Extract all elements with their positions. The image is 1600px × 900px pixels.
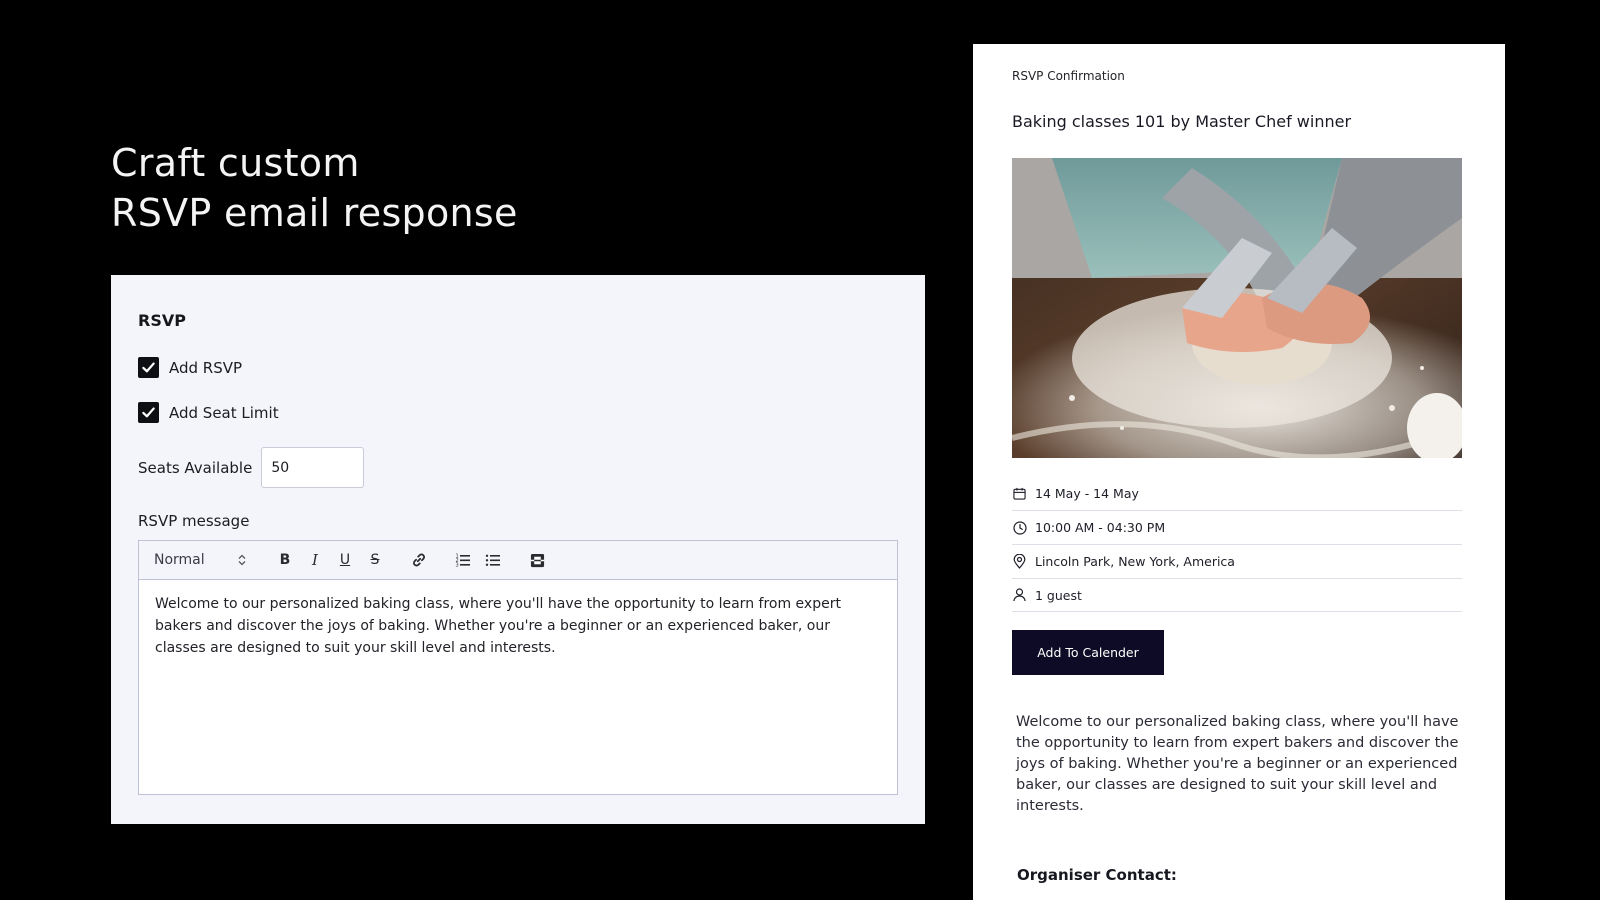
event-location-row: Lincoln Park, New York, America: [1012, 545, 1462, 579]
event-time-row: 10:00 AM - 04:30 PM: [1012, 511, 1462, 545]
headline-line-2: RSVP email response: [111, 191, 518, 235]
add-rsvp-option[interactable]: Add RSVP: [138, 357, 242, 378]
event-date-row: 14 May - 14 May: [1012, 477, 1462, 511]
bold-icon: B: [279, 552, 291, 568]
email-header: RSVP Confirmation: [1012, 69, 1125, 83]
event-details: 14 May - 14 May 10:00 AM - 04:30 PM Linc…: [1012, 477, 1462, 612]
rsvp-section-title: RSVP: [138, 311, 186, 330]
event-title: Baking classes 101 by Master Chef winner: [1012, 112, 1352, 131]
strikethrough-icon: S: [370, 552, 380, 568]
calendar-icon: [1012, 486, 1027, 501]
add-rsvp-checkbox[interactable]: [138, 357, 159, 378]
bold-button[interactable]: B: [270, 546, 300, 574]
text-format-select[interactable]: Normal: [154, 552, 246, 568]
seats-available-row: Seats Available: [138, 447, 365, 488]
organiser-contact-label: Organiser Contact:: [1017, 866, 1177, 884]
ordered-list-icon: 1 2 3: [456, 554, 470, 569]
checkmark-icon: [142, 407, 155, 418]
event-time: 10:00 AM - 04:30 PM: [1035, 520, 1166, 535]
sort-arrows-icon: [238, 554, 246, 566]
event-photo: [1012, 158, 1462, 458]
rsvp-message-label: RSVP message: [138, 512, 250, 530]
checkmark-icon: [142, 362, 155, 373]
location-pin-icon: [1012, 554, 1027, 569]
link-button[interactable]: [404, 546, 434, 574]
seats-available-label: Seats Available: [138, 458, 253, 477]
add-seat-limit-checkbox[interactable]: [138, 402, 159, 423]
preview-message: Welcome to our personalized baking class…: [1016, 714, 1459, 814]
event-date: 14 May - 14 May: [1035, 486, 1139, 501]
add-rsvp-label: Add RSVP: [169, 358, 243, 377]
user-icon: [1012, 588, 1027, 603]
bullet-list-icon: [485, 554, 500, 566]
rsvp-message-editor[interactable]: Welcome to our personalized baking class…: [139, 580, 897, 672]
link-icon: [413, 553, 425, 567]
underline-button[interactable]: U: [330, 546, 360, 574]
text-format-value: Normal: [154, 552, 205, 568]
event-guests: 1 guest: [1035, 587, 1082, 603]
video-icon: [530, 553, 544, 567]
svg-text:3: 3: [456, 563, 459, 569]
add-to-calendar-button[interactable]: Add To Calender: [1012, 630, 1164, 675]
rsvp-email-preview: RSVP Confirmation Baking classes 101 by …: [973, 44, 1505, 900]
ordered-list-button[interactable]: 1 2 3: [448, 546, 478, 574]
rsvp-settings-panel: RSVP Add RSVP Add Seat Limit Seats Avail…: [111, 275, 925, 824]
editor-toolbar: Normal B I U S 1 2 3: [139, 541, 897, 580]
add-seat-limit-label: Add Seat Limit: [169, 403, 279, 422]
underline-icon: U: [339, 552, 351, 568]
hero-headline: Craft custom RSVP email response: [111, 138, 518, 238]
baking-photo-illustration: [1012, 158, 1462, 458]
rich-text-editor: Normal B I U S 1 2 3 Welcome to our pers…: [138, 540, 898, 795]
event-guests-row: 1 guest: [1012, 579, 1462, 612]
video-button[interactable]: [522, 546, 552, 574]
strikethrough-button[interactable]: S: [360, 546, 390, 574]
italic-button[interactable]: I: [300, 546, 330, 574]
clock-icon: [1012, 520, 1027, 535]
seats-available-input[interactable]: [261, 447, 365, 488]
italic-icon: I: [312, 551, 318, 569]
headline-line-1: Craft custom: [111, 141, 360, 185]
bullet-list-button[interactable]: [478, 546, 508, 574]
event-location: Lincoln Park, New York, America: [1035, 554, 1235, 569]
add-seat-limit-option[interactable]: Add Seat Limit: [138, 402, 279, 423]
